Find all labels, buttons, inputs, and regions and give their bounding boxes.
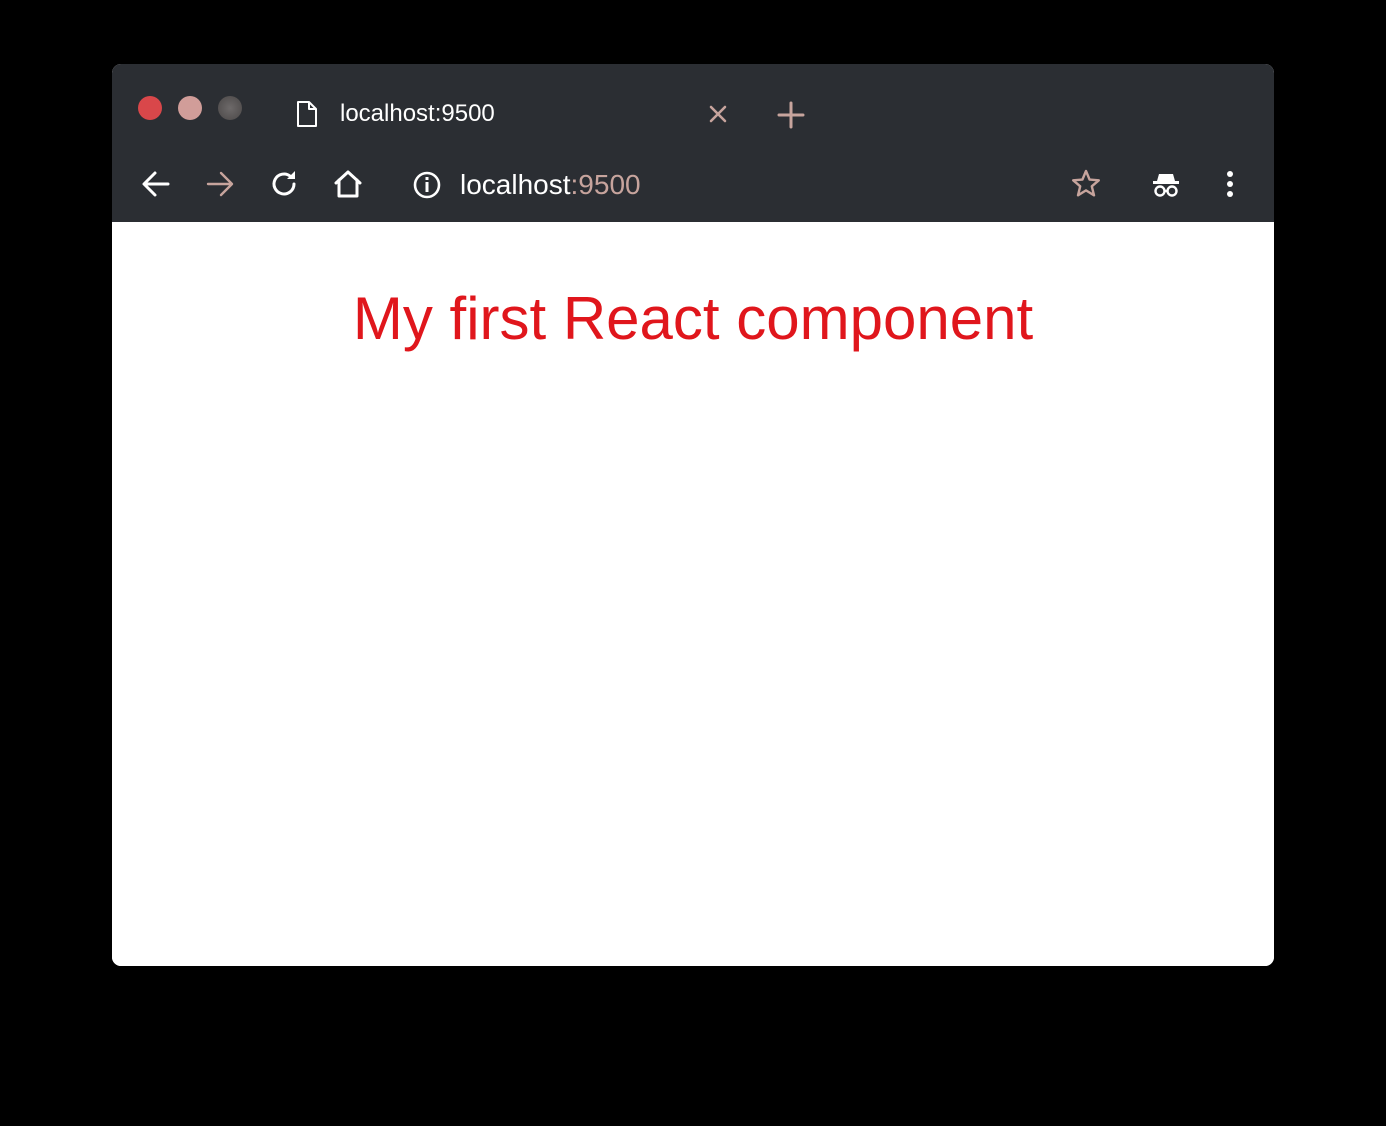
page-heading: My first React component (352, 285, 1034, 352)
bookmark-star-icon[interactable] (1068, 166, 1104, 202)
tab-title: localhost:9500 (340, 100, 495, 127)
back-arrow-icon[interactable] (138, 166, 174, 202)
browser-window: localhost:9500 localhost:9500 My first R… (112, 64, 1274, 966)
tab-localhost[interactable]: localhost:9500 (288, 92, 738, 136)
reload-icon[interactable] (266, 166, 302, 202)
info-icon[interactable] (410, 168, 444, 202)
home-icon[interactable] (330, 166, 366, 202)
address-bar[interactable]: localhost:9500 (410, 164, 1030, 206)
url-text[interactable]: localhost:9500 (460, 169, 641, 201)
url-port: :9500 (570, 169, 641, 200)
window-close-button[interactable] (138, 96, 162, 120)
forward-arrow-icon[interactable] (202, 166, 238, 202)
url-host: localhost (460, 169, 571, 200)
new-tab-plus-icon[interactable] (776, 100, 806, 130)
window-maximize-button[interactable] (218, 96, 242, 120)
browser-chrome: localhost:9500 localhost:9500 (112, 64, 1274, 222)
page-content: My first React component (112, 222, 1274, 966)
incognito-icon[interactable] (1148, 166, 1184, 202)
window-minimize-button[interactable] (178, 96, 202, 120)
page-icon (296, 100, 318, 128)
tab-close-icon[interactable] (706, 102, 730, 126)
kebab-menu-icon[interactable] (1212, 166, 1248, 202)
